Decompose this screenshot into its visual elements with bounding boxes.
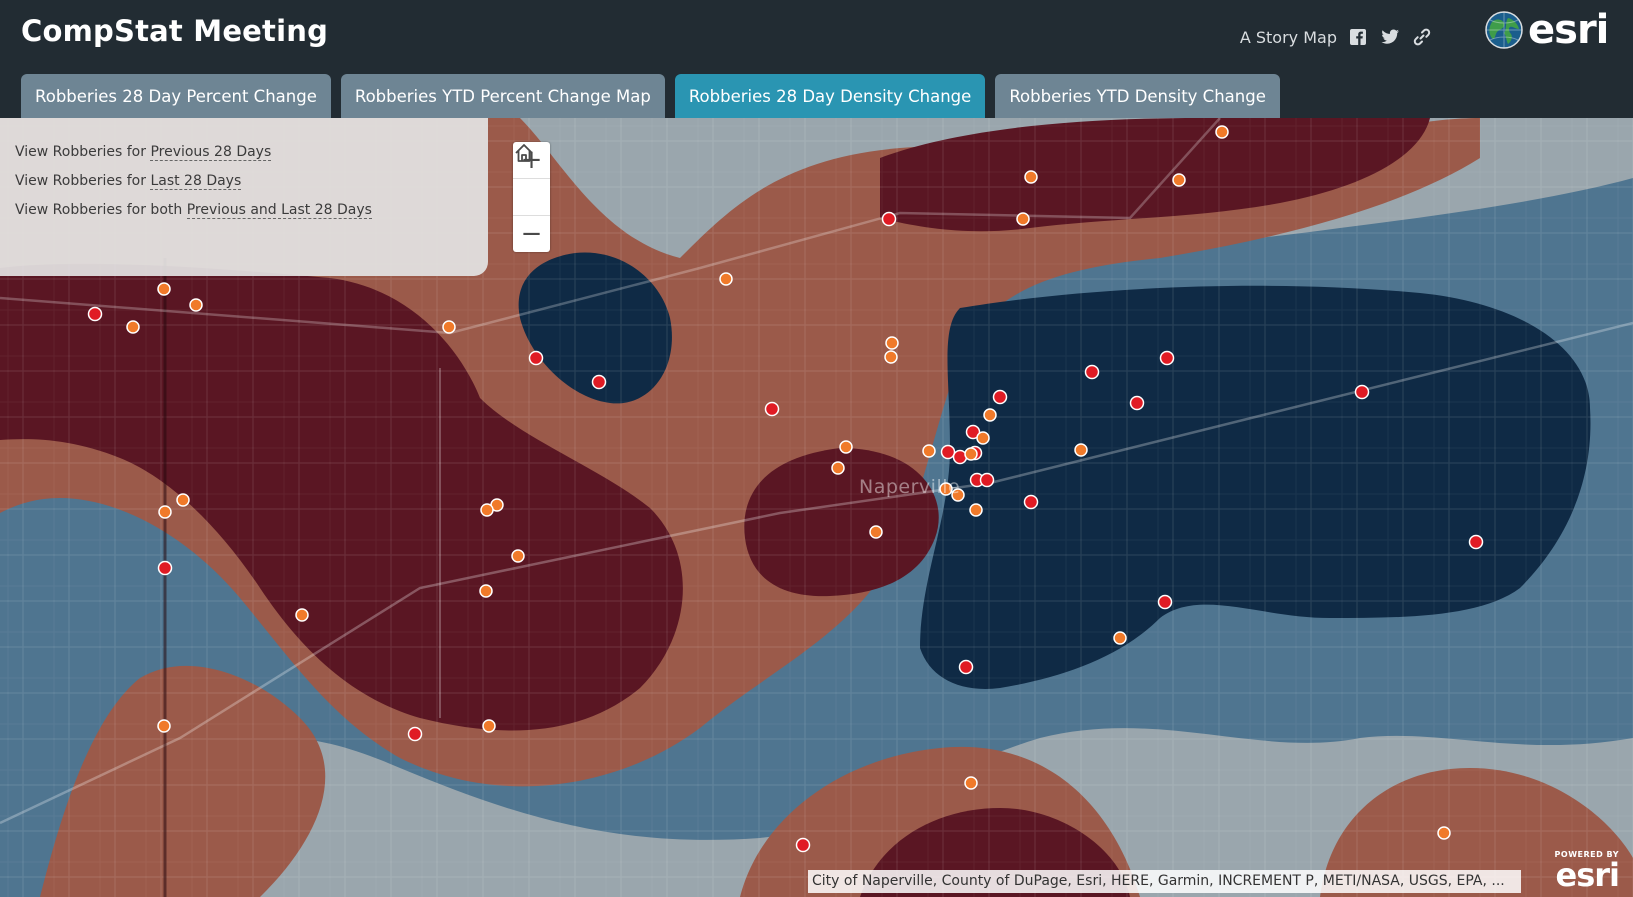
esri-globe-icon (1485, 11, 1523, 49)
legend-row-previous: View Robberies for Previous 28 Days (15, 138, 488, 167)
robbery-point-previous[interactable] (831, 461, 845, 475)
robbery-point-last[interactable] (764, 401, 780, 417)
tab-robberies-ytd-density-change[interactable]: Robberies YTD Density Change (995, 74, 1280, 118)
robbery-point-previous[interactable] (969, 503, 983, 517)
robbery-point-previous[interactable] (1437, 826, 1451, 840)
powered-by-esri[interactable]: POWERED BY esri (1555, 850, 1621, 894)
tab-robberies-ytd-percent-change-map[interactable]: Robberies YTD Percent Change Map (340, 74, 665, 118)
zoom-out-button[interactable]: − (513, 215, 550, 252)
robbery-point-previous[interactable] (442, 320, 456, 334)
app-title: CompStat Meeting (21, 14, 329, 48)
story-map-label: A Story Map (1239, 27, 1337, 47)
previous-28-days-link[interactable]: Previous 28 Days (150, 144, 272, 161)
robbery-point-last[interactable] (528, 350, 544, 366)
powered-by-brand: esri (1555, 856, 1621, 894)
legend-panel: View Robberies for Previous 28 Days View… (0, 118, 488, 276)
robbery-point-previous[interactable] (189, 298, 203, 312)
map-view[interactable]: Naperville View Robberies for Previous 2… (0, 118, 1633, 897)
robbery-point-previous[interactable] (1172, 173, 1186, 187)
app-header: CompStat Meeting A Story Map esri Robber… (0, 0, 1633, 118)
robbery-point-last[interactable] (1023, 494, 1039, 510)
esri-logo[interactable]: esri (1484, 7, 1609, 53)
robbery-point-last[interactable] (795, 837, 811, 853)
robbery-point-last[interactable] (1468, 534, 1484, 550)
robbery-point-previous[interactable] (482, 719, 496, 733)
robbery-point-last[interactable] (1159, 350, 1175, 366)
robbery-point-previous[interactable] (884, 350, 898, 364)
esri-logo-text: esri (1528, 7, 1609, 53)
map-attribution: City of Naperville, County of DuPage, Es… (808, 870, 1521, 893)
robbery-point-last[interactable] (1084, 364, 1100, 380)
legend-row-prefix: View Robberies for both (15, 202, 187, 218)
robbery-point-previous[interactable] (1113, 631, 1127, 645)
robbery-point-last[interactable] (157, 560, 173, 576)
robbery-point-previous[interactable] (976, 431, 990, 445)
robbery-point-previous[interactable] (983, 408, 997, 422)
robbery-point-last[interactable] (87, 306, 103, 322)
robbery-point-last[interactable] (958, 659, 974, 675)
twitter-icon[interactable] (1379, 26, 1401, 48)
robbery-point-previous[interactable] (964, 776, 978, 790)
facebook-icon[interactable] (1347, 26, 1369, 48)
zoom-control: + − (513, 142, 550, 252)
tab-bar: Robberies 28 Day Percent Change Robberie… (21, 74, 1280, 118)
robbery-point-last[interactable] (940, 444, 956, 460)
robbery-point-previous[interactable] (1016, 212, 1030, 226)
legend-row-last: View Robberies for Last 28 Days (15, 167, 488, 196)
robbery-point-last[interactable] (1129, 395, 1145, 411)
robbery-point-previous[interactable] (1024, 170, 1038, 184)
robbery-point-previous[interactable] (1074, 443, 1088, 457)
robbery-point-previous[interactable] (126, 320, 140, 334)
legend-row-prefix: View Robberies for (15, 173, 151, 189)
link-icon[interactable] (1411, 26, 1433, 48)
home-button[interactable] (513, 144, 550, 215)
robbery-point-previous[interactable] (158, 505, 172, 519)
robbery-point-previous[interactable] (157, 282, 171, 296)
home-icon (515, 144, 533, 162)
last-28-days-link[interactable]: Last 28 Days (150, 173, 242, 190)
robbery-point-previous[interactable] (157, 719, 171, 733)
legend-row-both: View Robberies for both Previous and Las… (15, 196, 488, 225)
robbery-point-last[interactable] (1354, 384, 1370, 400)
robbery-point-last[interactable] (881, 211, 897, 227)
robbery-point-previous[interactable] (480, 503, 494, 517)
robbery-point-previous[interactable] (964, 447, 978, 461)
place-label: Naperville (859, 476, 961, 498)
robbery-point-last[interactable] (1157, 594, 1173, 610)
robbery-point-last[interactable] (992, 389, 1008, 405)
robbery-point-previous[interactable] (719, 272, 733, 286)
share-bar: A Story Map (1240, 26, 1433, 48)
previous-and-last-28-days-link[interactable]: Previous and Last 28 Days (186, 202, 372, 219)
robbery-point-previous[interactable] (176, 493, 190, 507)
robbery-point-previous[interactable] (1215, 125, 1229, 139)
robbery-point-last[interactable] (407, 726, 423, 742)
robbery-point-previous[interactable] (922, 444, 936, 458)
tab-robberies-28-day-density-change[interactable]: Robberies 28 Day Density Change (674, 74, 986, 118)
robbery-point-previous[interactable] (479, 584, 493, 598)
legend-row-prefix: View Robberies for (15, 144, 151, 160)
robbery-point-previous[interactable] (869, 525, 883, 539)
robbery-point-previous[interactable] (295, 608, 309, 622)
robbery-point-previous[interactable] (885, 336, 899, 350)
robbery-point-previous[interactable] (839, 440, 853, 454)
robbery-point-previous[interactable] (511, 549, 525, 563)
robbery-point-last[interactable] (979, 472, 995, 488)
robbery-point-last[interactable] (591, 374, 607, 390)
tab-robberies-28-day-percent-change[interactable]: Robberies 28 Day Percent Change (21, 74, 331, 118)
